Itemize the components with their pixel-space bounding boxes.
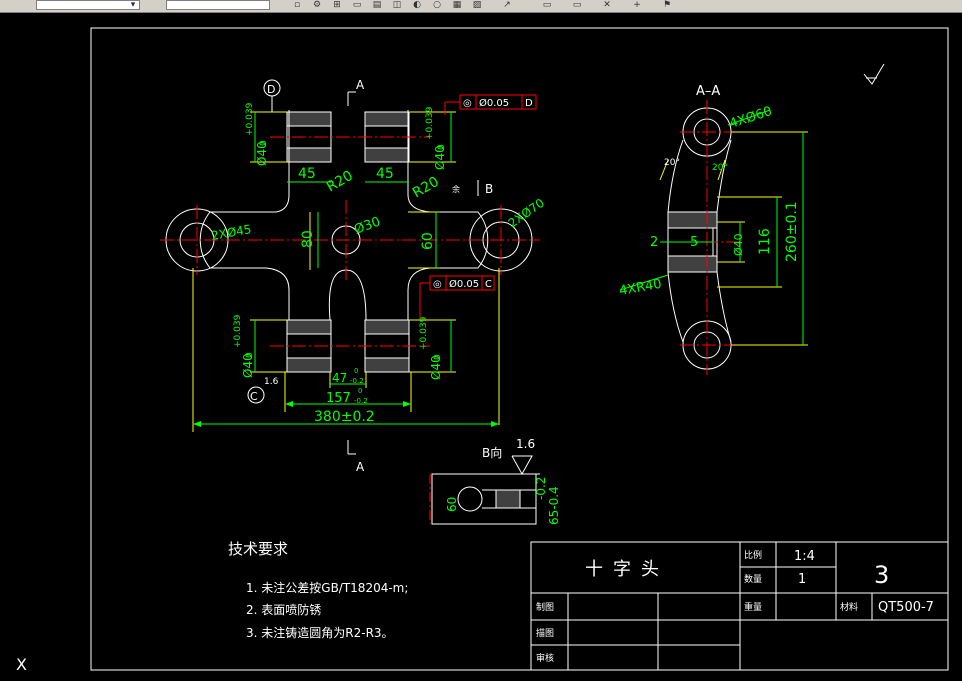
svg-text:0: 0 <box>245 352 255 358</box>
combo-dropdown-icon[interactable]: ▾ <box>126 0 140 11</box>
check-label: 描图 <box>536 627 554 639</box>
section-top-label: A <box>356 78 365 92</box>
tool-icon-5[interactable]: ▤ <box>370 0 384 11</box>
front-dim-texts: 45 45 R20 R20 80 60 Ø30 2XØ45 2XØ70 47 0… <box>210 166 547 425</box>
svg-text:0: 0 <box>437 144 447 150</box>
svg-text:20°: 20° <box>712 163 728 173</box>
svg-text:◎: ◎ <box>433 279 442 290</box>
svg-text:+0.039: +0.039 <box>233 314 243 348</box>
svg-text:+0.039: +0.039 <box>425 106 435 140</box>
style-combo[interactable] <box>166 0 270 10</box>
svg-text:Ø0.05: Ø0.05 <box>449 278 479 290</box>
tool-icon-3[interactable]: ⊞ <box>330 0 344 11</box>
dim-45-left: 45 <box>298 166 316 182</box>
tool-icon-12[interactable]: ▭ <box>540 0 554 11</box>
material-label: 材料 <box>840 601 858 613</box>
svg-text:2: 2 <box>650 235 658 250</box>
draw-label: 制图 <box>536 601 554 613</box>
cross-outline <box>199 110 489 321</box>
dim-157: 157 <box>326 391 351 406</box>
tool-icon-7[interactable]: ◐ <box>410 0 424 11</box>
tool-icon-15[interactable]: + <box>630 0 644 11</box>
svg-text:◎: ◎ <box>463 98 472 109</box>
tool-icon-8[interactable]: ○ <box>430 0 444 11</box>
scale-label: 比例 <box>744 549 762 561</box>
svg-text:Ø0.05: Ø0.05 <box>479 97 509 109</box>
material-value: QT500-7 <box>878 600 934 615</box>
qty-label: 数量 <box>744 573 762 585</box>
datum-d-label: D <box>267 83 275 96</box>
dim-45-right: 45 <box>376 166 394 182</box>
svg-text:+0.039: +0.039 <box>419 316 429 350</box>
svg-text:D: D <box>525 98 533 109</box>
svg-text:0: 0 <box>358 387 362 395</box>
dim-60: 60 <box>420 232 436 250</box>
tool-icon-1[interactable]: ▫ <box>290 0 304 11</box>
sheet-number: 3 <box>874 561 889 589</box>
layer-combo[interactable] <box>36 0 140 10</box>
svg-text:0: 0 <box>259 140 269 146</box>
svg-text:260±0.1: 260±0.1 <box>784 201 800 262</box>
note-2: 2. 表面喷防锈 <box>246 602 321 617</box>
roughness-symbol <box>863 63 885 85</box>
tool-icon-11[interactable]: ↗ <box>500 0 514 11</box>
dim-r20-right: R20 <box>410 174 442 202</box>
svg-text:-0.2: -0.2 <box>354 397 368 405</box>
tolerance-frame-c: ◎ Ø0.05 C <box>419 275 495 318</box>
drawing-border <box>90 27 949 671</box>
tool-icon-16[interactable]: ⚑ <box>660 0 674 11</box>
view-b <box>431 455 540 525</box>
weight-label: 重量 <box>744 601 762 613</box>
dim-center-hole: Ø30 <box>352 215 382 238</box>
dim-right-hole: 2XØ70 <box>506 196 547 231</box>
roughness-small: 1.6 <box>264 377 279 387</box>
svg-text:-0.2: -0.2 <box>350 377 364 385</box>
svg-text:-0.2: -0.2 <box>534 477 548 500</box>
svg-text:65-0.4: 65-0.4 <box>547 486 561 525</box>
tool-icon-4[interactable]: ▭ <box>350 0 364 11</box>
qty-value: 1 <box>798 572 806 587</box>
svg-text:20°: 20° <box>664 158 680 168</box>
tool-icon-14[interactable]: ✕ <box>600 0 614 11</box>
tool-icon-9[interactable]: ▦ <box>450 0 464 11</box>
ucs-label: X <box>16 655 27 674</box>
section-view-title: A–A <box>696 84 720 99</box>
svg-text:0: 0 <box>354 367 358 375</box>
tool-icon-6[interactable]: ◫ <box>390 0 404 11</box>
svg-text:0: 0 <box>433 354 443 360</box>
part-name: 十字头 <box>585 559 669 580</box>
view-b-roughness: 1.6 <box>516 437 535 451</box>
approve-label: 审核 <box>536 652 554 664</box>
tool-icon-13[interactable]: ▭ <box>570 0 584 11</box>
tool-icon-10[interactable]: ▨ <box>470 0 484 11</box>
dim-380: 380±0.2 <box>314 409 375 425</box>
svg-text:4XR40: 4XR40 <box>618 277 663 299</box>
svg-text:5: 5 <box>690 235 698 250</box>
scale-value: 1:4 <box>794 549 815 564</box>
detail-marker-b: B <box>485 182 493 196</box>
front-diameter-dims: Ø40 +0.039 0 Ø40 +0.039 0 Ø40 +0.039 0 Ø… <box>233 102 447 380</box>
drawing-canvas[interactable]: A A D C 1.6 ◎ Ø0.05 D ◎ Ø0.05 C 余 B 45 4… <box>0 12 962 681</box>
view-b-label: B向 <box>482 445 502 460</box>
dim-80: 80 <box>300 230 316 248</box>
tolerance-frame-d: ◎ Ø0.05 D <box>444 94 537 115</box>
note-3: 3. 未注铸造圆角为R2-R3。 <box>246 625 394 640</box>
tool-icon-2[interactable]: ⚙ <box>310 0 324 11</box>
datum-c-label: C <box>250 390 258 403</box>
svg-text:4XØ60: 4XØ60 <box>728 104 774 132</box>
svg-text:116: 116 <box>757 228 773 255</box>
b-note-small: 余 <box>452 184 460 194</box>
svg-text:C: C <box>485 279 492 290</box>
svg-text:Ø40: Ø40 <box>732 233 745 256</box>
svg-text:+0.039: +0.039 <box>245 102 255 136</box>
notes-title: 技术要求 <box>228 540 288 558</box>
note-1: 1. 未注公差按GB/T18204-m; <box>246 580 408 595</box>
svg-text:60: 60 <box>445 497 459 512</box>
dim-47: 47 <box>332 371 347 385</box>
side-view <box>667 107 732 370</box>
dim-r20-left: R20 <box>324 168 356 196</box>
section-bottom-label: A <box>356 460 365 474</box>
